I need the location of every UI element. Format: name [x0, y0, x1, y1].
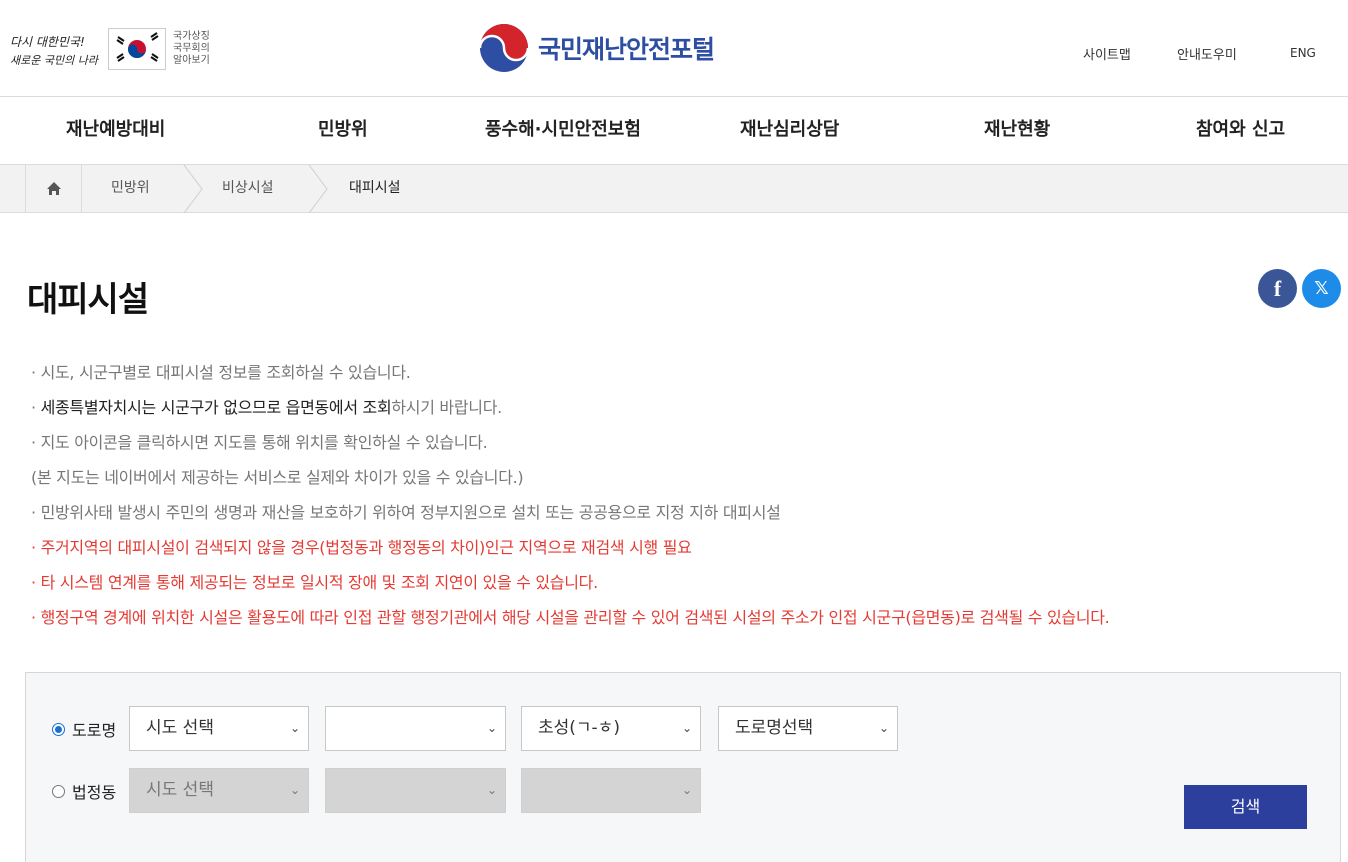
chevron-down-icon: ⌄ [289, 721, 300, 735]
page-title: 대피시설 [27, 280, 149, 320]
header: 다시 대한민국! 새로운 국민의 나라 국가상징 국무회의 알아보기 국민재난안… [0, 0, 1348, 97]
guide-link[interactable]: 안내도우미 [1177, 44, 1237, 63]
breadcrumb-separator-icon [183, 165, 203, 213]
legal-dong-radio-row[interactable]: 법정동 [52, 779, 116, 803]
home-icon[interactable] [25, 165, 82, 212]
notice-item: · 민방위사태 발생시 주민의 생명과 재산을 보호하기 위하여 정부지원으로 … [31, 503, 781, 522]
road-name-radio-row[interactable]: 도로명 [52, 717, 116, 741]
national-symbol-link[interactable]: 국가상징 국무회의 알아보기 [173, 31, 233, 67]
breadcrumb-item[interactable]: 비상시설 [222, 165, 274, 212]
chevron-down-icon: ⌄ [289, 783, 300, 797]
legal-dong-radio[interactable] [52, 784, 65, 798]
english-link[interactable]: ENG [1290, 46, 1316, 60]
initial-consonant-select[interactable]: 초성(ㄱ-ㅎ) ⌄ [521, 706, 701, 751]
road-name-radio[interactable] [52, 722, 65, 736]
legal-sido-select[interactable]: 시도 선택 ⌄ [129, 768, 309, 813]
chevron-down-icon: ⌄ [878, 721, 889, 735]
breadcrumb-current: 대피시설 [349, 180, 401, 196]
road-sigungu-select[interactable]: ⌄ [325, 706, 506, 751]
legal-sigungu-select[interactable]: ⌄ [325, 768, 506, 813]
main-navigation: 재난예방대비 민방위 풍수해·시민안전보험 재난심리상담 재난현황 참여와 신고 [0, 97, 1348, 165]
notice-item: · 지도 아이콘을 클릭하시면 지도를 통해 위치를 확인하실 수 있습니다. [31, 433, 488, 452]
notice-warning: · 행정구역 경계에 위치한 시설은 활용도에 따라 인접 관할 행정기관에서 … [31, 608, 1110, 627]
chevron-down-icon: ⌄ [681, 783, 692, 797]
legal-dong-select[interactable]: ⌄ [521, 768, 701, 813]
nav-participation-report[interactable]: 참여와 신고 [1196, 97, 1285, 165]
slogan-line2: 새로운 국민의 나라 [10, 54, 100, 67]
nav-disaster-status[interactable]: 재난현황 [984, 97, 1050, 165]
road-name-label: 도로명 [72, 721, 117, 740]
legal-dong-label: 법정동 [72, 783, 117, 802]
notice-highlight: 세종특별자치시는 시군구가 없으므로 읍면동에서 조회 [40, 398, 392, 417]
site-logo[interactable]: 국민재난안전포털 [478, 22, 715, 74]
nav-disaster-prevention[interactable]: 재난예방대비 [66, 97, 165, 165]
notice-warning: · 타 시스템 연계를 통해 제공되는 정보로 일시적 장애 및 조회 지연이 … [31, 573, 598, 592]
notice-item: · 세종특별자치시는 시군구가 없으므로 읍면동에서 조회하시기 바랍니다. [31, 398, 502, 417]
breadcrumb-item[interactable]: 민방위 [111, 165, 150, 212]
chevron-down-icon: ⌄ [486, 783, 497, 797]
notice-list: · 시도, 시군구별로 대피시설 정보를 조회하실 수 있습니다. · 세종특별… [31, 360, 1110, 640]
taegukgi-flag-icon[interactable] [108, 28, 166, 70]
road-sido-select[interactable]: 시도 선택 ⌄ [129, 706, 309, 751]
search-button[interactable]: 검색 [1184, 785, 1307, 829]
nav-psych-counseling[interactable]: 재난심리상담 [740, 97, 839, 165]
chevron-down-icon: ⌄ [486, 721, 497, 735]
government-emblem-icon [478, 24, 530, 72]
notice-item: (본 지도는 네이버에서 제공하는 서비스로 실제와 차이가 있을 수 있습니다… [31, 468, 524, 487]
slogan-line1: 다시 대한민국! [10, 35, 85, 49]
nav-civil-defense[interactable]: 민방위 [318, 97, 368, 165]
road-name-select[interactable]: 도로명선택 ⌄ [718, 706, 898, 751]
search-panel: 도로명 시도 선택 ⌄ ⌄ 초성(ㄱ-ㅎ) ⌄ 도로명선택 ⌄ 법정동 시도 선택 ⌄ … [25, 672, 1341, 862]
notice-item: · 시도, 시군구별로 대피시설 정보를 조회하실 수 있습니다. [31, 363, 411, 382]
chevron-down-icon: ⌄ [681, 721, 692, 735]
slogan-logo[interactable]: 다시 대한민국! 새로운 국민의 나라 [8, 30, 104, 70]
facebook-share-icon[interactable]: f [1258, 269, 1297, 308]
breadcrumb: 민방위 비상시설 대피시설 [0, 165, 1348, 213]
notice-warning: · 주거지역의 대피시설이 검색되지 않을 경우(법정동과 행정동의 차이)인근… [31, 538, 692, 557]
x-share-icon[interactable]: 𝕏 [1302, 269, 1341, 308]
nav-insurance[interactable]: 풍수해·시민안전보험 [485, 97, 641, 165]
sitemap-link[interactable]: 사이트맵 [1083, 44, 1131, 63]
site-title: 국민재난안전포털 [538, 35, 715, 64]
breadcrumb-separator-icon [308, 165, 328, 213]
